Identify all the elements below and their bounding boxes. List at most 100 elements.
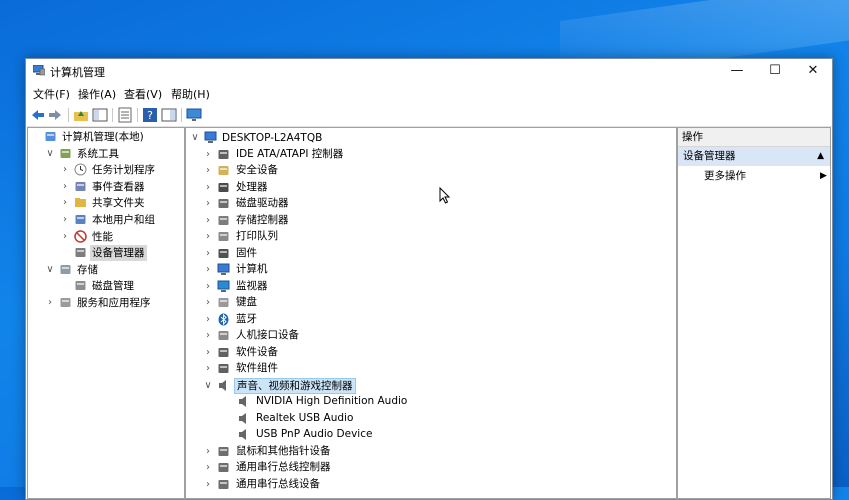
chevron-right-icon[interactable]: › bbox=[203, 262, 213, 278]
device-item[interactable]: USB PnP Audio Device bbox=[186, 427, 672, 443]
toolbar-separator bbox=[112, 108, 113, 122]
device-category[interactable]: › 固件 bbox=[186, 246, 672, 262]
usb-icon bbox=[218, 463, 229, 472]
device-item[interactable]: NVIDIA High Definition Audio bbox=[186, 394, 672, 410]
device-manager-icon bbox=[75, 248, 86, 258]
performance-icon bbox=[74, 229, 87, 243]
device-label: 计算机 bbox=[236, 263, 268, 275]
tree-item-label: 性能 bbox=[92, 230, 113, 243]
monitor-scan-icon[interactable] bbox=[186, 107, 202, 123]
maximize-button[interactable]: ☐ bbox=[756, 59, 794, 83]
chevron-down-icon[interactable]: ∨ bbox=[45, 146, 55, 162]
tree-item[interactable]: ∨ 系统工具 bbox=[28, 146, 182, 162]
tree-item[interactable]: › 任务计划程序 bbox=[28, 162, 182, 178]
tree-item[interactable]: › 服务和应用程序 bbox=[28, 295, 182, 311]
device-category[interactable]: › IDE ATA/ATAPI 控制器 bbox=[186, 147, 672, 163]
back-arrow-icon[interactable] bbox=[30, 107, 46, 123]
software-device-icon bbox=[218, 347, 229, 357]
tree-item[interactable]: 计算机管理(本地) bbox=[28, 129, 182, 145]
device-category[interactable]: › 计算机 bbox=[186, 262, 672, 278]
navigation-tree: 计算机管理(本地) ∨ 系统工具 › 任务计划程序 › 事件查看器 › 共享文件夹 › 本地用户和组… bbox=[27, 127, 185, 499]
chevron-right-icon[interactable]: › bbox=[203, 147, 213, 163]
device-category[interactable]: › 安全设备 bbox=[186, 163, 672, 179]
tree-item-label: 计算机管理(本地) bbox=[62, 131, 144, 143]
chevron-right-icon[interactable]: › bbox=[203, 328, 213, 344]
device-category[interactable]: › 磁盘驱动器 bbox=[186, 196, 672, 212]
chevron-right-icon[interactable]: › bbox=[203, 246, 213, 262]
up-folder-icon[interactable] bbox=[73, 107, 89, 123]
tree-item-label: 服务和应用程序 bbox=[77, 297, 151, 309]
tree-item-label: 系统工具 bbox=[77, 147, 119, 160]
action-pane-icon[interactable] bbox=[161, 107, 177, 123]
title-bar[interactable]: 计算机管理 — ☐ ✕ bbox=[26, 59, 832, 83]
device-category[interactable]: › 存储控制器 bbox=[186, 213, 672, 229]
properties-icon[interactable] bbox=[117, 107, 133, 123]
chevron-right-icon[interactable]: › bbox=[203, 477, 213, 493]
show-hide-tree-icon[interactable] bbox=[92, 107, 108, 123]
device-category[interactable]: › 键盘 bbox=[186, 295, 672, 311]
tree-item[interactable]: › 事件查看器 bbox=[28, 179, 182, 195]
forward-arrow-icon[interactable] bbox=[47, 107, 63, 123]
chevron-right-icon[interactable]: › bbox=[203, 279, 213, 295]
device-category[interactable]: › 通用串行总线控制器 bbox=[186, 460, 672, 476]
mouse-icon bbox=[218, 446, 229, 456]
menu-help[interactable]: 帮助(H) bbox=[171, 86, 210, 102]
chevron-right-icon[interactable]: › bbox=[203, 460, 213, 476]
chevron-right-icon[interactable]: › bbox=[203, 345, 213, 361]
computer-management-icon bbox=[45, 132, 56, 141]
device-category[interactable]: ∨ 声音、视频和游戏控制器 bbox=[186, 377, 672, 394]
chevron-right-icon[interactable]: › bbox=[203, 295, 213, 311]
chevron-right-icon[interactable]: › bbox=[203, 180, 213, 196]
close-button[interactable]: ✕ bbox=[794, 59, 832, 83]
tree-item[interactable]: 磁盘管理 bbox=[28, 278, 182, 294]
chevron-right-icon[interactable]: › bbox=[203, 213, 213, 229]
device-category[interactable]: › 处理器 bbox=[186, 180, 672, 196]
device-category[interactable]: › 打印队列 bbox=[186, 229, 672, 245]
tree-item[interactable]: › 性能 bbox=[28, 229, 182, 245]
minimize-button[interactable]: — bbox=[718, 59, 756, 83]
chevron-right-icon[interactable]: › bbox=[45, 295, 55, 311]
menu-file[interactable]: 文件(F) bbox=[33, 86, 70, 102]
device-item[interactable]: Realtek USB Audio bbox=[186, 411, 672, 427]
more-actions-item[interactable]: 更多操作 ▶ bbox=[704, 168, 827, 184]
usb-icon bbox=[218, 479, 229, 489]
printer-icon bbox=[218, 232, 229, 241]
chevron-right-icon[interactable]: › bbox=[203, 229, 213, 245]
help-icon[interactable]: ? bbox=[142, 107, 158, 123]
device-category[interactable]: › 软件设备 bbox=[186, 345, 672, 361]
device-category[interactable]: › 蓝牙 bbox=[186, 312, 672, 328]
chevron-down-icon[interactable]: ∨ bbox=[190, 130, 200, 146]
chevron-right-icon[interactable]: › bbox=[203, 312, 213, 328]
security-device-icon bbox=[218, 166, 229, 175]
chevron-down-icon[interactable]: ∨ bbox=[203, 378, 213, 394]
collapse-up-icon[interactable]: ▲ bbox=[817, 147, 824, 166]
device-category[interactable]: › 鼠标和其他指针设备 bbox=[186, 444, 672, 460]
chevron-right-icon[interactable]: › bbox=[60, 229, 70, 245]
chevron-right-icon[interactable]: › bbox=[60, 179, 70, 195]
chevron-right-icon[interactable]: › bbox=[60, 212, 70, 228]
tree-item[interactable]: 设备管理器 bbox=[28, 245, 182, 262]
device-category[interactable]: › 监视器 bbox=[186, 279, 672, 295]
device-category[interactable]: › 软件组件 bbox=[186, 361, 672, 377]
device-category[interactable]: › 通用串行总线设备 bbox=[186, 477, 672, 493]
device-tree-root[interactable]: ∨ DESKTOP-L2A4TQB bbox=[188, 130, 488, 146]
tree-item[interactable]: › 共享文件夹 bbox=[28, 195, 182, 211]
actions-section-device-manager[interactable]: 设备管理器 ▲ bbox=[678, 147, 830, 166]
chevron-right-icon[interactable]: › bbox=[60, 195, 70, 211]
chevron-right-icon[interactable]: › bbox=[60, 162, 70, 178]
menu-view[interactable]: 查看(V) bbox=[124, 86, 162, 102]
tree-item[interactable]: › 本地用户和组 bbox=[28, 212, 182, 228]
device-category[interactable]: › 人机接口设备 bbox=[186, 328, 672, 344]
chevron-right-icon[interactable]: › bbox=[203, 196, 213, 212]
device-label: 鼠标和其他指针设备 bbox=[236, 444, 331, 457]
chevron-right-icon[interactable]: › bbox=[203, 361, 213, 377]
chevron-right-icon[interactable]: › bbox=[203, 444, 213, 460]
menu-bar: 文件(F) 操作(A) 查看(V) 帮助(H) bbox=[26, 83, 832, 103]
chevron-down-icon[interactable]: ∨ bbox=[45, 262, 55, 278]
event-viewer-icon bbox=[75, 181, 86, 191]
svg-text:?: ? bbox=[147, 109, 153, 122]
device-label: 软件组件 bbox=[236, 362, 278, 374]
tree-item[interactable]: ∨ 存储 bbox=[28, 262, 182, 278]
chevron-right-icon[interactable]: › bbox=[203, 163, 213, 179]
menu-action[interactable]: 操作(A) bbox=[78, 86, 116, 102]
